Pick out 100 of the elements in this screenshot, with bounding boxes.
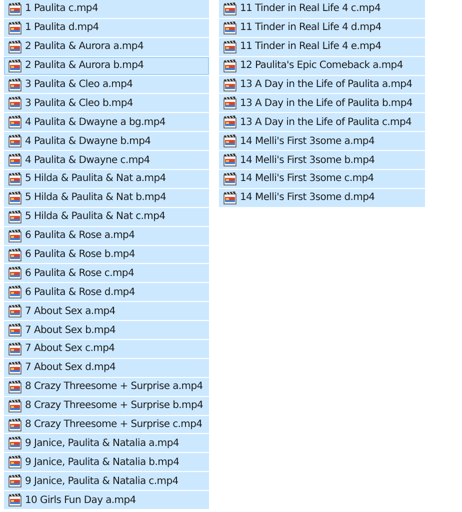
- video-file-icon: [8, 418, 22, 432]
- file-name: 6 Paulita & Rose a.mp4: [25, 230, 135, 242]
- file-item[interactable]: 1 Paulita d.mp4: [4, 18, 209, 37]
- video-file-icon: [8, 228, 22, 243]
- file-item[interactable]: 9 Janice, Paulita & Natalia c.mp4: [4, 472, 209, 490]
- file-item[interactable]: 14 Melli's First 3some a.mp4: [219, 132, 425, 150]
- video-file-icon: [8, 172, 22, 186]
- video-file-icon: [8, 398, 22, 413]
- video-file-icon: [8, 153, 22, 168]
- file-name: 4 Paulita & Dwayne c.mp4: [25, 154, 150, 166]
- file-name: 14 Melli's First 3some b.mp4: [240, 154, 375, 166]
- file-item[interactable]: 10 Girls Fun Day a.mp4: [4, 491, 209, 510]
- file-name: 1 Paulita d.mp4: [25, 22, 99, 34]
- video-file-icon: [8, 210, 22, 224]
- file-item[interactable]: 11 Tinder in Real Life 4 e.mp4: [219, 38, 425, 56]
- file-name: 10 Girls Fun Day a.mp4: [25, 494, 136, 506]
- file-item[interactable]: 11 Tinder in Real Life 4 c.mp4: [219, 0, 425, 18]
- file-name: 5 Hilda & Paulita & Nat c.mp4: [25, 211, 166, 222]
- file-name: 8 Crazy Threesome + Surprise b.mp4: [25, 400, 204, 412]
- file-name: 14 Melli's First 3some d.mp4: [240, 192, 375, 204]
- video-file-icon: [223, 2, 237, 16]
- video-file-icon: [8, 58, 22, 73]
- file-item[interactable]: 13 A Day in the Life of Paulita c.mp4: [219, 113, 425, 132]
- file-item[interactable]: 5 Hilda & Paulita & Nat a.mp4: [4, 170, 209, 188]
- file-item[interactable]: 4 Paulita & Dwayne b.mp4: [4, 132, 209, 150]
- video-file-icon: [8, 96, 22, 110]
- file-name: 12 Paulita's Epic Comeback a.mp4: [240, 60, 403, 72]
- file-item[interactable]: 8 Crazy Threesome + Surprise c.mp4: [4, 416, 209, 434]
- file-item[interactable]: 7 About Sex a.mp4: [4, 302, 209, 320]
- file-name: 2 Paulita & Aurora b.mp4: [25, 60, 144, 72]
- file-name: 6 Paulita & Rose d.mp4: [25, 286, 135, 298]
- file-item[interactable]: 13 A Day in the Life of Paulita a.mp4: [219, 76, 425, 94]
- video-file-icon: [8, 78, 22, 92]
- file-name: 3 Paulita & Cleo b.mp4: [25, 98, 133, 109]
- video-file-icon: [8, 190, 22, 205]
- file-item[interactable]: 14 Melli's First 3some c.mp4: [219, 170, 425, 188]
- file-item[interactable]: 6 Paulita & Rose c.mp4: [4, 264, 209, 282]
- file-item[interactable]: 7 About Sex d.mp4: [4, 358, 209, 377]
- file-item[interactable]: 9 Janice, Paulita & Natalia b.mp4: [4, 453, 209, 472]
- file-item[interactable]: 14 Melli's First 3some d.mp4: [219, 188, 425, 207]
- file-name: 6 Paulita & Rose b.mp4: [25, 249, 135, 260]
- file-name: 14 Melli's First 3some c.mp4: [240, 173, 374, 184]
- file-name: 11 Tinder in Real Life 4 c.mp4: [240, 3, 381, 14]
- file-item[interactable]: 7 About Sex c.mp4: [4, 340, 209, 358]
- file-name: 9 Janice, Paulita & Natalia a.mp4: [25, 438, 179, 449]
- file-name: 7 About Sex c.mp4: [25, 343, 115, 354]
- video-file-icon: [8, 248, 22, 262]
- file-item[interactable]: 4 Paulita & Dwayne c.mp4: [4, 151, 209, 170]
- file-item[interactable]: 8 Crazy Threesome + Surprise a.mp4: [4, 378, 209, 396]
- file-name: 1 Paulita c.mp4: [25, 3, 98, 14]
- file-name: 6 Paulita & Rose c.mp4: [25, 268, 134, 279]
- file-item[interactable]: 11 Tinder in Real Life 4 d.mp4: [219, 18, 425, 37]
- file-item[interactable]: 4 Paulita & Dwayne a bg.mp4: [4, 113, 209, 132]
- file-name: 14 Melli's First 3some a.mp4: [240, 136, 375, 147]
- file-item[interactable]: 3 Paulita & Cleo b.mp4: [4, 94, 209, 112]
- video-file-icon: [223, 134, 237, 148]
- file-name: 2 Paulita & Aurora a.mp4: [25, 41, 144, 52]
- file-name: 7 About Sex d.mp4: [25, 362, 116, 374]
- file-name: 9 Janice, Paulita & Natalia c.mp4: [25, 476, 178, 487]
- video-file-icon: [223, 20, 237, 35]
- file-item[interactable]: 6 Paulita & Rose b.mp4: [4, 246, 209, 264]
- file-item[interactable]: 5 Hilda & Paulita & Nat b.mp4: [4, 188, 209, 207]
- video-file-icon: [223, 115, 237, 130]
- video-file-icon: [8, 342, 22, 356]
- video-file-icon: [8, 380, 22, 394]
- file-name: 13 A Day in the Life of Paulita b.mp4: [240, 98, 412, 109]
- video-file-icon: [223, 96, 237, 110]
- file-item[interactable]: 3 Paulita & Cleo a.mp4: [4, 76, 209, 94]
- file-name: 5 Hilda & Paulita & Nat a.mp4: [25, 173, 166, 184]
- video-file-icon: [8, 266, 22, 280]
- file-item[interactable]: 2 Paulita & Aurora b.mp4: [4, 56, 209, 75]
- file-name: 3 Paulita & Cleo a.mp4: [25, 79, 133, 90]
- file-item[interactable]: 5 Hilda & Paulita & Nat c.mp4: [4, 208, 209, 226]
- video-file-icon: [8, 285, 22, 300]
- file-item[interactable]: 6 Paulita & Rose a.mp4: [4, 226, 209, 245]
- video-file-icon: [8, 436, 22, 450]
- video-file-icon: [223, 58, 237, 73]
- file-item[interactable]: 1 Paulita c.mp4: [4, 0, 209, 18]
- video-file-icon: [8, 493, 22, 508]
- file-name: 13 A Day in the Life of Paulita a.mp4: [240, 79, 412, 90]
- video-file-icon: [223, 153, 237, 168]
- file-item[interactable]: 8 Crazy Threesome + Surprise b.mp4: [4, 396, 209, 415]
- video-file-icon: [8, 455, 22, 470]
- file-item[interactable]: 14 Melli's First 3some b.mp4: [219, 151, 425, 170]
- file-item[interactable]: 7 About Sex b.mp4: [4, 321, 209, 340]
- file-item[interactable]: 2 Paulita & Aurora a.mp4: [4, 38, 209, 56]
- video-file-icon: [8, 40, 22, 54]
- file-name: 4 Paulita & Dwayne a bg.mp4: [25, 116, 166, 128]
- file-name: 4 Paulita & Dwayne b.mp4: [25, 136, 151, 147]
- file-name: 8 Crazy Threesome + Surprise c.mp4: [25, 419, 202, 430]
- file-item[interactable]: 6 Paulita & Rose d.mp4: [4, 283, 209, 302]
- file-name: 7 About Sex a.mp4: [25, 306, 116, 317]
- file-name: 11 Tinder in Real Life 4 d.mp4: [240, 22, 382, 34]
- file-item[interactable]: 12 Paulita's Epic Comeback a.mp4: [219, 56, 425, 75]
- video-file-icon: [223, 190, 237, 205]
- video-file-icon: [8, 134, 22, 148]
- file-name: 5 Hilda & Paulita & Nat b.mp4: [25, 192, 166, 204]
- file-item[interactable]: 9 Janice, Paulita & Natalia a.mp4: [4, 434, 209, 452]
- video-file-icon: [8, 2, 22, 16]
- file-item[interactable]: 13 A Day in the Life of Paulita b.mp4: [219, 94, 425, 112]
